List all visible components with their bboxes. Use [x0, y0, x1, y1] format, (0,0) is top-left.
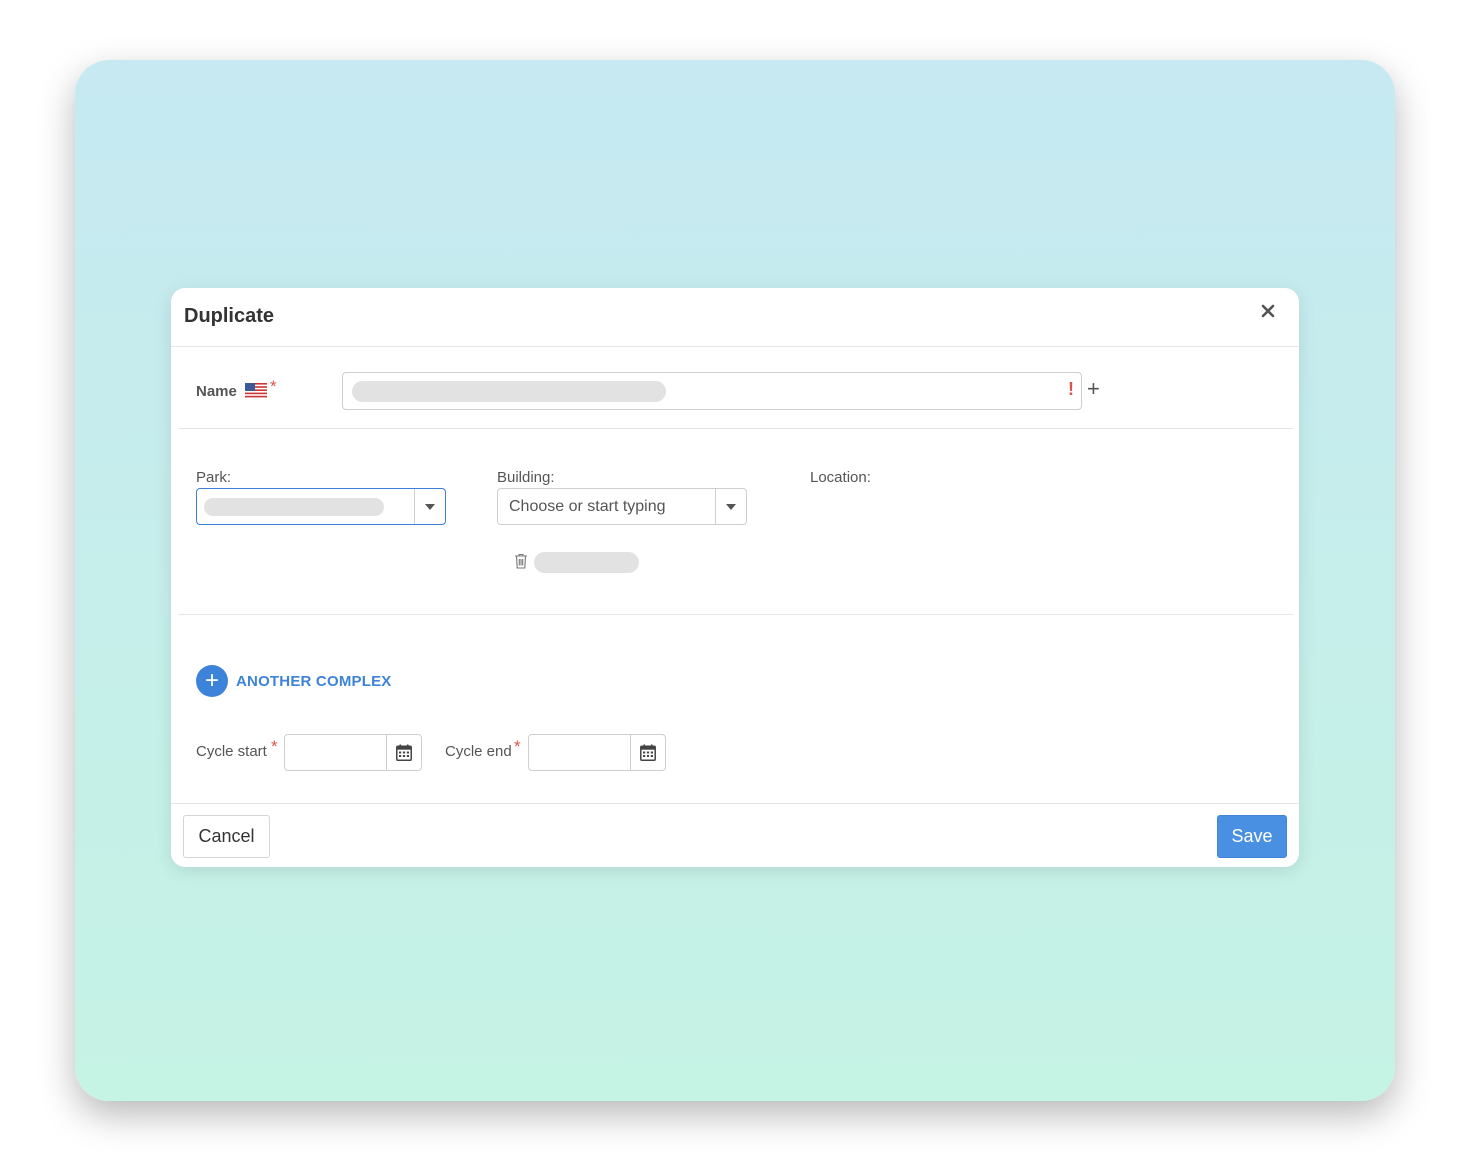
chevron-down-icon [726, 504, 736, 510]
us-flag-icon [245, 383, 267, 398]
modal-title: Duplicate [184, 305, 275, 327]
building-dropdown-toggle[interactable] [715, 489, 746, 524]
building-placeholder: Choose or start typing [509, 498, 666, 515]
modal-footer: Cancel Save [171, 803, 1299, 867]
park-dropdown-toggle[interactable] [414, 489, 445, 524]
cycle-end-input[interactable] [528, 734, 666, 771]
validation-error-icon: ! [1068, 379, 1074, 399]
chevron-down-icon [425, 504, 435, 510]
divider [178, 428, 1293, 429]
redacted-park-value [204, 498, 384, 516]
trash-icon[interactable] [514, 553, 528, 569]
calendar-icon [640, 744, 656, 761]
park-label: Park: [196, 469, 232, 486]
selected-building-chip [534, 552, 639, 573]
required-mark: * [514, 737, 521, 756]
location-label: Location: [810, 469, 871, 486]
name-label: Name [196, 383, 237, 400]
add-translation-button[interactable]: + [1087, 378, 1100, 400]
required-mark: * [271, 737, 278, 756]
calendar-icon [396, 744, 412, 761]
redacted-name-value [352, 381, 666, 402]
required-mark: * [270, 377, 277, 396]
park-select[interactable] [196, 488, 446, 525]
close-icon[interactable] [1257, 300, 1279, 322]
add-another-complex-label: ANOTHER COMPLEX [236, 673, 392, 690]
name-row: Name * ! + [196, 372, 1276, 412]
building-label: Building: [497, 469, 555, 486]
cycle-end-calendar-button[interactable] [630, 735, 665, 770]
cycle-start-calendar-button[interactable] [386, 735, 421, 770]
cycle-start-label: Cycle start [196, 743, 267, 760]
modal-header: Duplicate [171, 288, 1299, 347]
divider [178, 614, 1293, 615]
cycle-start-input[interactable] [284, 734, 422, 771]
cancel-button[interactable]: Cancel [183, 815, 270, 858]
save-button[interactable]: Save [1217, 815, 1287, 858]
duplicate-modal: Duplicate Name * ! + Park: Building: Cho… [171, 288, 1299, 867]
cycle-end-label: Cycle end [445, 743, 512, 760]
building-select[interactable]: Choose or start typing [497, 488, 747, 525]
name-input[interactable]: ! [342, 372, 1082, 410]
plus-circle-icon: + [196, 665, 228, 697]
